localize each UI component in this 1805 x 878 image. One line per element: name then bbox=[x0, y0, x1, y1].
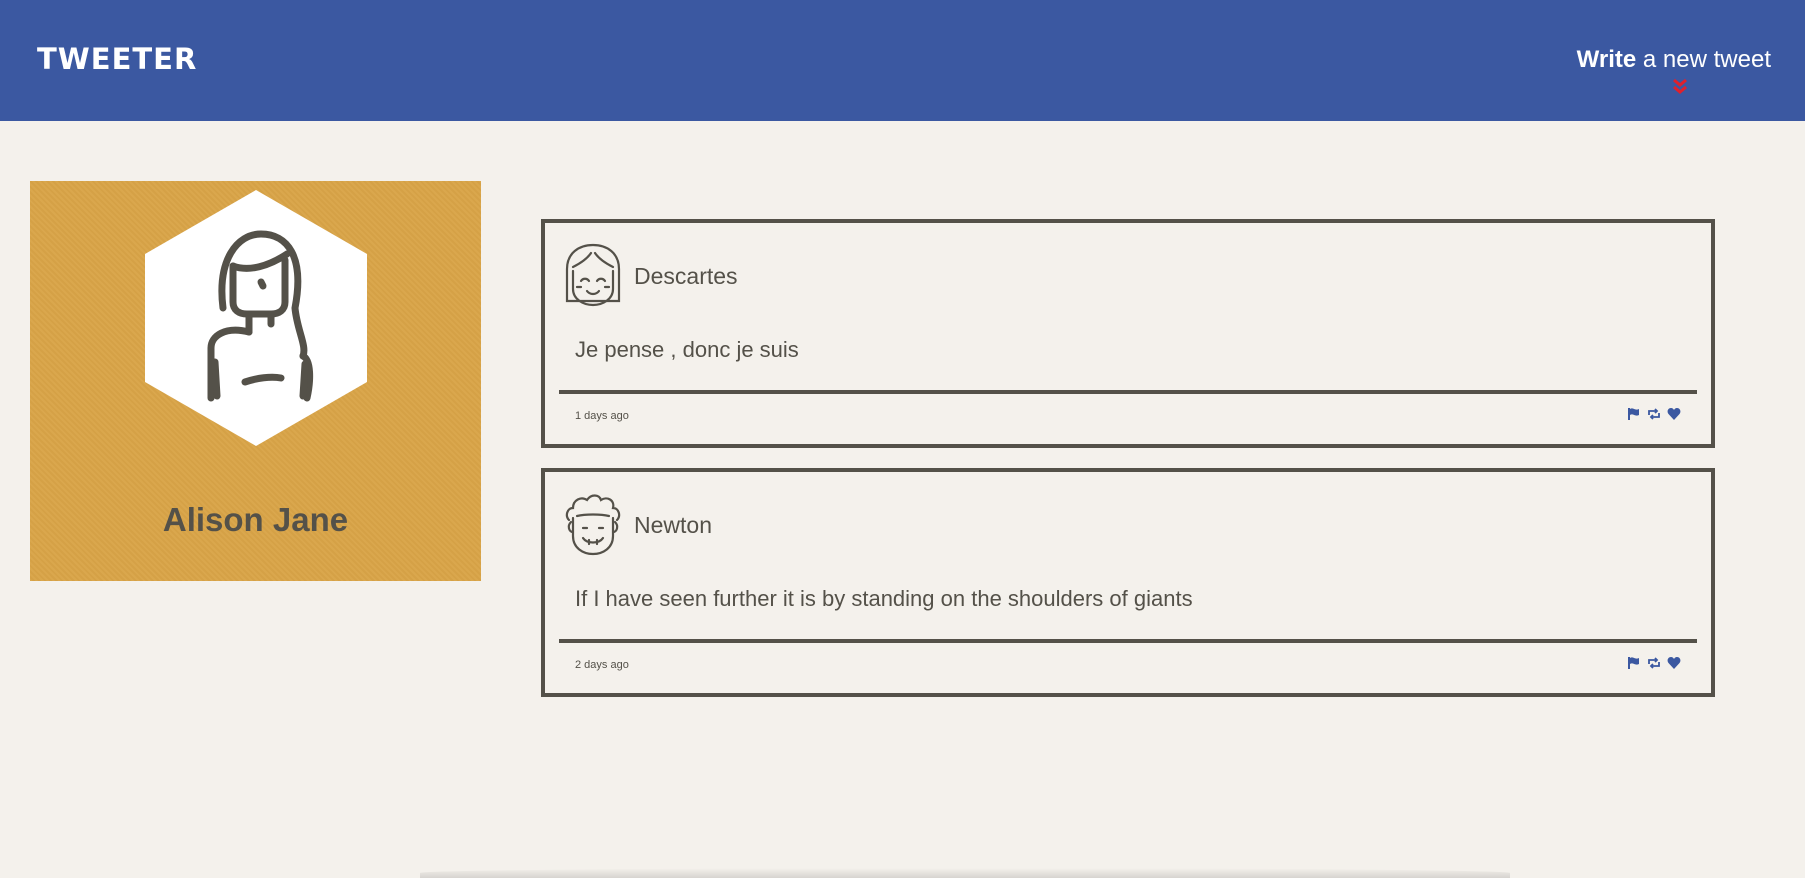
heart-icon[interactable] bbox=[1667, 407, 1681, 421]
woman-avatar-icon bbox=[145, 190, 367, 446]
tweet-timestamp: 1 days ago bbox=[575, 410, 629, 422]
tweet-divider bbox=[559, 639, 1697, 643]
tweet-card: Newton If I have seen further it is by s… bbox=[541, 468, 1715, 697]
tweet-author[interactable]: Descartes bbox=[634, 263, 738, 290]
curly-hair-avatar-icon bbox=[565, 494, 621, 556]
retweet-icon[interactable] bbox=[1647, 656, 1661, 670]
tweet-author[interactable]: Newton bbox=[634, 512, 712, 539]
retweet-icon[interactable] bbox=[1647, 407, 1661, 421]
brand-logo[interactable]: TWEETER bbox=[37, 42, 197, 76]
compose-label-strong: Write bbox=[1576, 46, 1637, 73]
tweet-divider bbox=[559, 390, 1697, 394]
flag-icon[interactable] bbox=[1627, 407, 1641, 421]
profile-name: Alison Jane bbox=[162, 501, 349, 538]
top-navbar: TWEETER Write a new tweet bbox=[0, 0, 1805, 121]
profile-card: Alison Jane bbox=[30, 181, 481, 581]
flag-icon[interactable] bbox=[1627, 656, 1641, 670]
compose-label-rest: a new tweet bbox=[1636, 46, 1771, 73]
tweet-actions bbox=[1627, 656, 1681, 670]
compose-tweet-toggle[interactable]: Write a new tweet bbox=[1577, 46, 1771, 74]
tweet-card: Descartes Je pense , donc je suis 1 days… bbox=[541, 219, 1715, 448]
girl-avatar-icon bbox=[565, 243, 621, 307]
tweet-timestamp: 2 days ago bbox=[575, 659, 629, 671]
double-chevron-down-icon[interactable] bbox=[1671, 78, 1689, 96]
tweet-text: If I have seen further it is by standing… bbox=[575, 586, 1193, 611]
tweet-text: Je pense , donc je suis bbox=[575, 337, 799, 362]
page-bottom-shadow bbox=[420, 868, 1510, 878]
heart-icon[interactable] bbox=[1667, 656, 1681, 670]
tweet-actions bbox=[1627, 407, 1681, 421]
